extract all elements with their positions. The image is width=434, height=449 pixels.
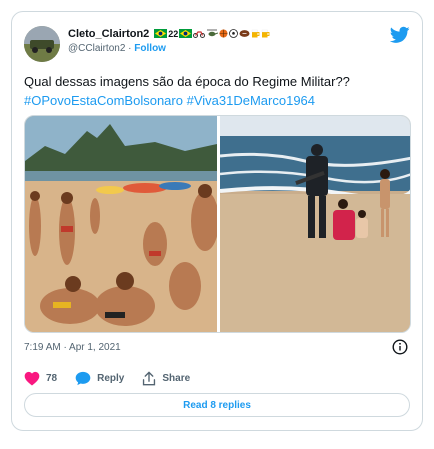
number-badge: 22 (168, 29, 179, 39)
reply-label: Reply (97, 372, 125, 384)
beer-mug-icon (262, 29, 270, 38)
follow-button[interactable]: Follow (134, 43, 166, 54)
soldier-beach-photo (219, 116, 410, 332)
tweet-media[interactable] (24, 115, 411, 333)
read-replies-button[interactable]: Read 8 replies (24, 393, 410, 417)
hashtag-link[interactable]: #OPovoEstaComBolsonaro (24, 93, 183, 108)
dot-separator: · (125, 43, 135, 54)
share-label: Share (162, 372, 191, 384)
helicopter-icon (207, 29, 219, 37)
display-name-row: Cleto_Clairton2 22 (68, 28, 380, 40)
twitter-bird-icon[interactable] (390, 26, 410, 44)
share-button[interactable]: Share (142, 371, 190, 386)
motorcycle-icon (193, 31, 206, 38)
name-emoji-badges: 22 (154, 29, 270, 39)
handle-row: @CClairton2 · Follow (68, 43, 380, 54)
speech-bubble-icon (75, 371, 91, 385)
tweet-text: Qual dessas imagens são da época do Regi… (24, 72, 410, 110)
handle[interactable]: @CClairton2 (68, 43, 125, 54)
tweet-timestamp[interactable]: 7:19 AM · Apr 1, 2021 (24, 342, 121, 353)
author-block: Cleto_Clairton2 22 @CClairton2 · Follow (68, 28, 380, 54)
action-bar: 78 Reply Share (24, 369, 208, 387)
info-icon[interactable] (392, 339, 408, 355)
basketball-icon (219, 29, 228, 38)
like-count: 78 (46, 372, 58, 384)
tweet-body: Qual dessas imagens são da época do Regi… (24, 74, 350, 89)
tweet-card: Cleto_Clairton2 22 @CClairton2 · Follow (11, 11, 423, 431)
tweet-header: Cleto_Clairton2 22 @CClairton2 · Follow (24, 26, 410, 62)
brazil-flag-icon (154, 29, 168, 38)
hashtag-link[interactable]: #Viva31DeMarco1964 (187, 93, 315, 108)
beer-mug-icon (252, 29, 260, 38)
share-arrow-icon (143, 371, 156, 385)
beach-crowd-photo (25, 116, 219, 332)
hashtag-row: #OPovoEstaComBolsonaro #Viva31DeMarco196… (24, 91, 410, 110)
avatar[interactable] (24, 26, 60, 62)
reply-button[interactable]: Reply (75, 371, 124, 386)
heart-icon (24, 371, 40, 385)
display-name[interactable]: Cleto_Clairton2 (68, 28, 149, 40)
like-button[interactable]: 78 (24, 371, 57, 386)
football-icon (239, 30, 250, 37)
brazil-flag-icon (179, 29, 193, 38)
soccer-ball-icon (229, 29, 239, 38)
